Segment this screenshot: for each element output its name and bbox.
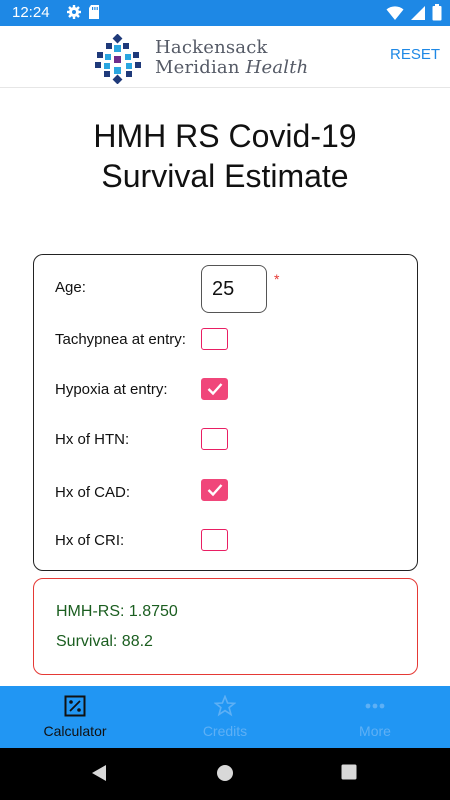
recents-icon[interactable] bbox=[341, 764, 357, 785]
nav-label-calculator: Calculator bbox=[43, 723, 107, 739]
signal-icon bbox=[410, 5, 426, 26]
battery-icon bbox=[432, 4, 442, 26]
result-card: HMH-RS: 1.8750 Survival: 88.2 bbox=[33, 578, 418, 675]
reset-button[interactable]: RESET bbox=[390, 46, 440, 63]
page-title-line-2: Survival Estimate bbox=[101, 158, 349, 194]
age-label: Age: bbox=[55, 279, 86, 296]
hypoxia-checkbox[interactable] bbox=[201, 378, 228, 400]
star-icon bbox=[213, 694, 237, 717]
page-title: HMH RS Covid-19 Survival Estimate bbox=[0, 116, 450, 196]
hackensack-logo-icon bbox=[92, 33, 144, 85]
tachypnea-label: Tachypnea at entry: bbox=[55, 331, 186, 348]
age-input[interactable] bbox=[201, 265, 267, 313]
bottom-navigation: Calculator Credits More bbox=[0, 686, 450, 748]
status-time: 12:24 bbox=[12, 4, 50, 21]
more-dots-icon bbox=[364, 695, 386, 717]
nav-tab-credits[interactable]: Credits bbox=[150, 686, 300, 748]
cad-checkbox[interactable] bbox=[201, 479, 228, 501]
hmh-rs-score: HMH-RS: 1.8750 bbox=[56, 603, 178, 620]
home-icon[interactable] bbox=[216, 764, 234, 787]
hackensack-logo-text: Hackensack Meridian Health bbox=[155, 38, 308, 78]
htn-label: Hx of HTN: bbox=[55, 431, 130, 448]
sd-card-icon bbox=[88, 4, 100, 25]
app-bar: Hackensack Meridian Health RESET bbox=[0, 26, 450, 88]
system-navigation-bar bbox=[0, 748, 450, 800]
page-title-line-1: HMH RS Covid-19 bbox=[93, 118, 357, 154]
logo-health: Health bbox=[245, 57, 309, 78]
htn-checkbox[interactable] bbox=[201, 428, 228, 450]
logo-line-2: Meridian Health bbox=[155, 58, 308, 78]
nav-label-more: More bbox=[359, 723, 391, 739]
logo-meridian: Meridian bbox=[155, 57, 240, 78]
cri-checkbox[interactable] bbox=[201, 529, 228, 551]
percent-calculator-icon bbox=[64, 695, 86, 717]
checkmark-icon bbox=[207, 383, 223, 396]
survival-value: Survival: 88.2 bbox=[56, 633, 153, 650]
logo-line-1: Hackensack bbox=[155, 37, 268, 58]
input-form-card: Age: * Tachypnea at entry: Hypoxia at en… bbox=[33, 254, 418, 571]
hypoxia-label: Hypoxia at entry: bbox=[55, 381, 168, 398]
checkmark-icon bbox=[207, 484, 223, 497]
nav-tab-more[interactable]: More bbox=[300, 686, 450, 748]
wifi-icon bbox=[386, 5, 404, 26]
nav-label-credits: Credits bbox=[202, 723, 248, 739]
gear-icon bbox=[66, 4, 82, 25]
cad-label: Hx of CAD: bbox=[55, 484, 131, 501]
required-asterisk: * bbox=[274, 271, 280, 287]
back-icon[interactable] bbox=[91, 764, 107, 787]
status-bar: 12:24 bbox=[0, 0, 450, 26]
nav-tab-calculator[interactable]: Calculator bbox=[0, 686, 150, 748]
cri-label: Hx of CRI: bbox=[55, 532, 125, 549]
tachypnea-checkbox[interactable] bbox=[201, 328, 228, 350]
